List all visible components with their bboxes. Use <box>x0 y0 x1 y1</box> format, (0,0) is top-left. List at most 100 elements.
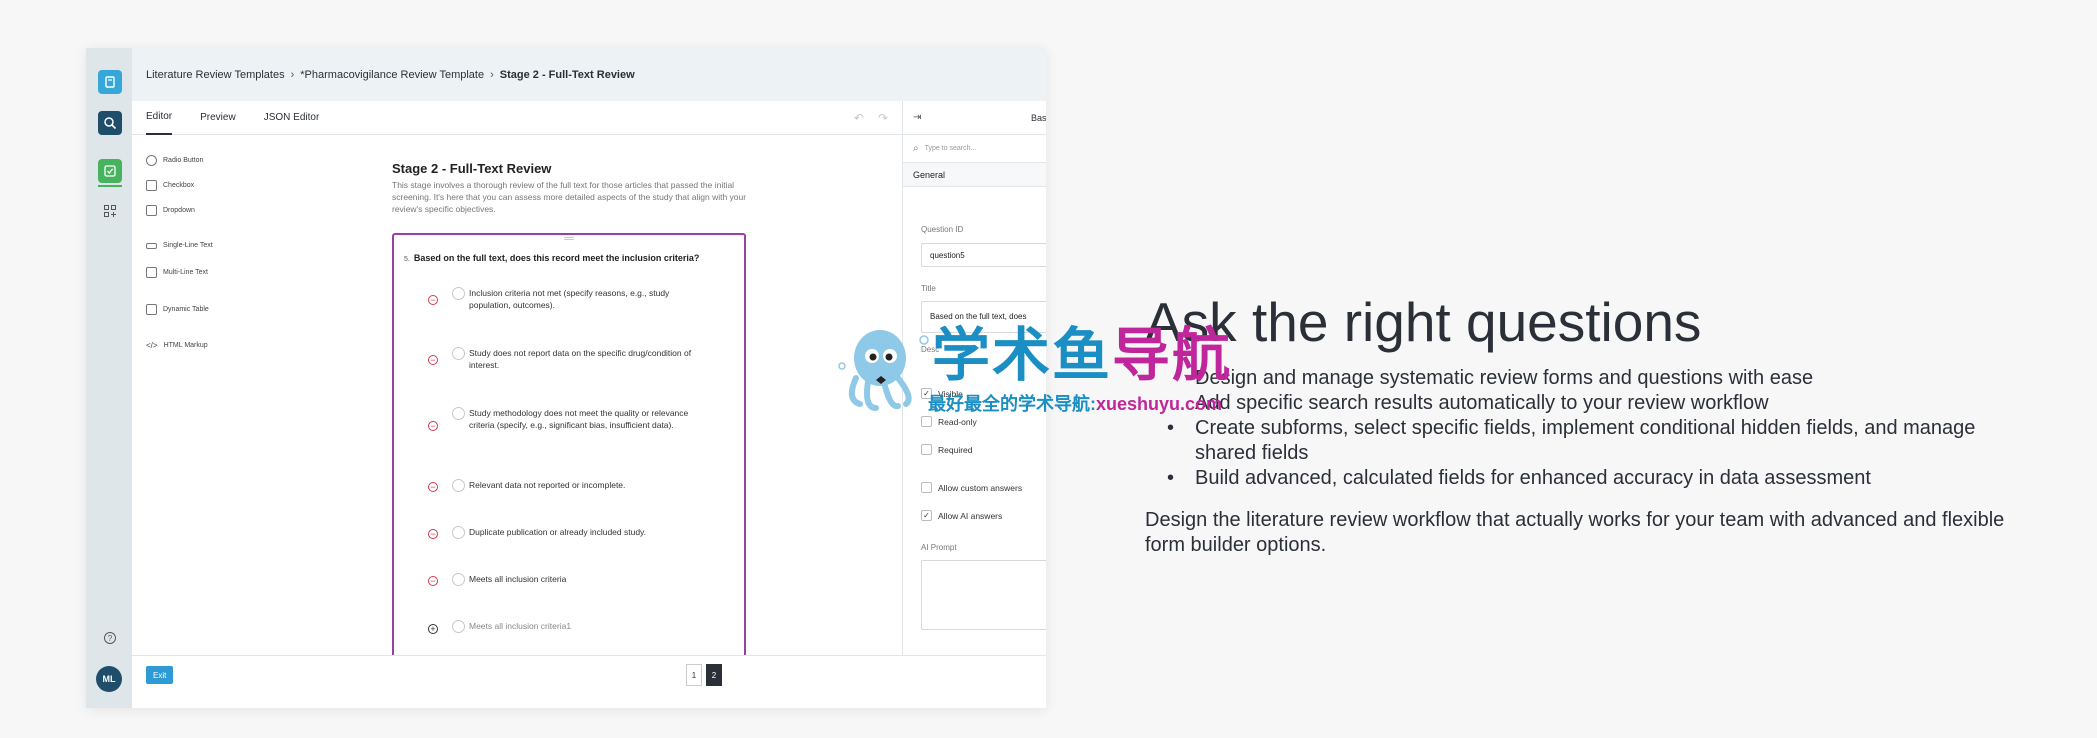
section-general[interactable]: General <box>903 163 1046 187</box>
radio-input[interactable] <box>452 287 465 300</box>
checkbox-label: Allow AI answers <box>938 510 1003 521</box>
choice-text[interactable]: Meets all inclusion criteria <box>469 573 699 585</box>
page-description[interactable]: This stage involves a thorough review of… <box>392 179 752 215</box>
choice-text[interactable]: Study does not report data on the specif… <box>469 347 699 371</box>
new-choice-item: + Meets all inclusion criteria1 <box>428 620 699 634</box>
page-pager: 1 2 <box>686 664 722 686</box>
question-id-label: Question ID <box>921 225 964 234</box>
remove-choice-icon[interactable]: − <box>428 482 438 492</box>
remove-choice-icon[interactable]: − <box>428 576 438 586</box>
choice-item: − Inclusion criteria not met (specify rea… <box>428 287 699 311</box>
choice-text[interactable]: Study methodology does not meet the qual… <box>469 407 699 431</box>
checkbox-box <box>921 444 932 455</box>
toolbox-item-label: Dynamic Table <box>163 306 209 313</box>
question-title[interactable]: 5. Based on the full text, does this reco… <box>404 253 699 263</box>
breadcrumb-item[interactable]: *Pharmacovigilance Review Template <box>300 69 484 81</box>
tab-json-editor[interactable]: JSON Editor <box>264 101 320 135</box>
toolbox-item-single-line[interactable]: Single-Line Text <box>146 242 213 249</box>
help-button[interactable]: ? <box>98 626 122 650</box>
checkbox-label: Read-only <box>938 416 977 427</box>
page-title[interactable]: Stage 2 - Full-Text Review <box>392 161 551 176</box>
active-indicator <box>98 185 122 187</box>
redo-icon[interactable]: ↷ <box>878 111 888 125</box>
toolbox-item-dropdown[interactable]: Dropdown <box>146 205 195 216</box>
book-icon <box>105 76 115 88</box>
tab-editor[interactable]: Editor <box>146 101 173 135</box>
exit-button[interactable]: Exit <box>146 666 174 684</box>
required-checkbox[interactable]: Required <box>921 444 973 455</box>
undo-icon[interactable]: ↶ <box>854 111 864 125</box>
radio-input[interactable] <box>452 407 465 420</box>
search-icon: ⌕ <box>913 143 919 154</box>
choice-item: − Study does not report data on the speci… <box>428 347 699 371</box>
search-icon <box>104 117 117 130</box>
choice-text[interactable]: Duplicate publication or already include… <box>469 526 699 538</box>
checkbox-label: Allow custom answers <box>938 482 1023 493</box>
toolbox-item-html[interactable]: </> HTML Markup <box>146 341 208 350</box>
hero-feature-item: Design and manage systematic review form… <box>1195 367 1814 389</box>
toolbox-item-label: Multi-Line Text <box>163 269 209 276</box>
hero-feature-list: Design and manage systematic review form… <box>1145 366 2025 491</box>
add-choice-icon[interactable]: + <box>428 624 438 634</box>
ai-prompt-textarea[interactable] <box>921 560 1046 630</box>
history-controls: ↶ ↷ <box>854 111 888 125</box>
choice-text[interactable]: Relevant data not reported or incomplete… <box>469 479 699 491</box>
watermark-url: xueshuyu.com <box>1096 394 1223 414</box>
search-nav-button[interactable] <box>98 111 122 135</box>
left-rail: ? ML <box>86 48 132 708</box>
remove-choice-icon[interactable]: − <box>428 421 438 431</box>
toolbox: Radio Button Checkbox Dropdown Single-Li… <box>132 135 302 655</box>
collapse-panel-icon[interactable]: ⇥ <box>913 112 921 123</box>
user-avatar[interactable]: ML <box>96 666 122 692</box>
toolbox-item-label: HTML Markup <box>163 342 208 349</box>
review-nav-button[interactable] <box>98 159 122 183</box>
toolbox-item-multi-line[interactable]: Multi-Line Text <box>146 267 208 278</box>
choice-item: − Meets all inclusion criteria <box>428 573 699 586</box>
apps-nav-button[interactable] <box>98 199 122 223</box>
toolbox-item-radio[interactable]: Radio Button <box>146 155 203 166</box>
properties-tab[interactable]: Bas <box>1031 113 1046 123</box>
hero-footer-text: Design the literature review workflow th… <box>1145 509 2005 556</box>
page-button-2[interactable]: 2 <box>706 664 722 686</box>
chevron-right-icon: › <box>490 68 494 81</box>
breadcrumb: Literature Review Templates › *Pharmacov… <box>132 48 1046 101</box>
code-icon: </> <box>146 341 158 350</box>
properties-search[interactable]: ⌕ Type to search... <box>903 135 1046 163</box>
radio-input[interactable] <box>452 526 465 539</box>
choice-text[interactable]: Inclusion criteria not met (specify reas… <box>469 287 699 311</box>
question-id-input[interactable]: question5 <box>921 243 1046 267</box>
radio-input[interactable] <box>452 479 465 492</box>
radio-input[interactable] <box>452 620 465 633</box>
watermark-subtitle: 最好最全的学术导航:xueshuyu.com <box>928 390 1222 416</box>
toolbox-item-checkbox[interactable]: Checkbox <box>146 180 194 191</box>
watermark-title-part: 导航 <box>1112 323 1233 388</box>
breadcrumb-current: Stage 2 - Full-Text Review <box>499 68 635 81</box>
watermark: 学术鱼导航 最好最全的学术导航:xueshuyu.com <box>836 318 1256 418</box>
page-button-1[interactable]: 1 <box>686 664 702 686</box>
grid-plus-icon <box>104 205 116 217</box>
radio-input[interactable] <box>452 573 465 586</box>
checkbox-label: Required <box>938 444 973 455</box>
remove-choice-icon[interactable]: − <box>428 529 438 539</box>
radio-input[interactable] <box>452 347 465 360</box>
check-square-icon <box>104 165 116 177</box>
allow-custom-answers-checkbox[interactable]: Allow custom answers <box>921 482 1022 493</box>
question-card[interactable]: 5. Based on the full text, does this reco… <box>392 233 746 673</box>
remove-choice-icon[interactable]: − <box>428 295 438 305</box>
app-logo-button[interactable] <box>98 70 122 94</box>
allow-ai-answers-checkbox[interactable]: ✓ Allow AI answers <box>921 510 1002 521</box>
checkbox-icon <box>146 180 157 191</box>
tab-preview[interactable]: Preview <box>200 101 236 135</box>
new-choice-text[interactable]: Meets all inclusion criteria1 <box>469 620 699 632</box>
watermark-subtitle-part: 最好最全的学术导航: <box>928 394 1096 414</box>
title-label: Title <box>921 284 936 293</box>
breadcrumb-item[interactable]: Literature Review Templates <box>146 69 285 81</box>
question-number: 5. <box>404 256 410 263</box>
remove-choice-icon[interactable]: − <box>428 355 438 365</box>
toolbox-item-dynamic-table[interactable]: Dynamic Table <box>146 304 209 315</box>
svg-text:?: ? <box>108 634 113 643</box>
radio-icon <box>146 155 157 166</box>
choice-item: − Duplicate publication or already includ… <box>428 526 699 539</box>
choice-item: − Study methodology does not meet the qua… <box>428 407 699 431</box>
drag-handle-icon[interactable] <box>564 237 574 240</box>
